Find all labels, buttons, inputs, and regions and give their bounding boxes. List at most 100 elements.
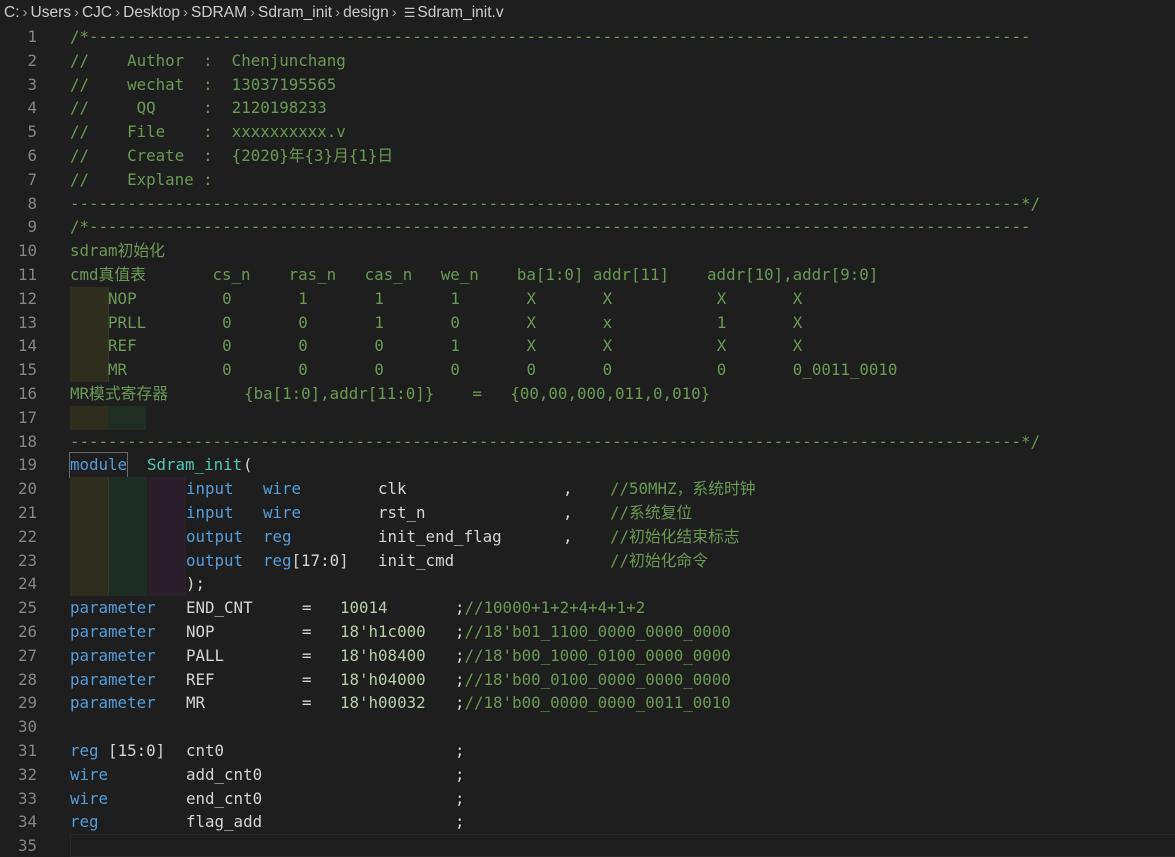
signal-name: add_cnt0 (186, 764, 263, 784)
code-line[interactable]: 22 output reg init_end_flag, //初始化结束标志 (0, 524, 1175, 549)
line-number: 21 (17, 502, 37, 522)
code-line[interactable]: 25 parameter END_CNT = 10014 ;//10000+1+2+4+4… (0, 596, 1175, 620)
line-number: 8 (27, 193, 37, 213)
line-number: 18 (17, 431, 37, 451)
module-name: Sdram_init (147, 455, 243, 475)
line-number: 26 (17, 621, 37, 641)
breadcrumb-item-sdram[interactable]: SDRAM (191, 4, 247, 21)
comment-text: cmd真值表 cs_n ras_n cas_n we_n ba[1:0] add… (70, 264, 879, 284)
paren: ( (243, 455, 253, 475)
comment-text: sdram初始化 (70, 241, 165, 261)
code-line[interactable]: 23 output reg[17:0] init_cmd //初始化命令 (0, 548, 1175, 573)
port-name: clk (378, 479, 407, 499)
code-line[interactable]: 32 wire add_cnt0; (0, 763, 1175, 787)
line-number: 15 (17, 360, 37, 380)
keyword-parameter: parameter (70, 693, 156, 713)
port-comment: //初始化命令 (610, 550, 709, 570)
code-line[interactable]: 15 MR 0 0 0 0 0 0 0 0_0011_0010 (0, 358, 1175, 382)
chevron-right-icon: › (391, 4, 397, 21)
code-line[interactable]: 30 (0, 715, 1175, 739)
code-line[interactable]: 29 parameter MR = 18'h00032 ;//18'b00_0000_00… (0, 691, 1175, 715)
signal-name: flag_add (186, 812, 263, 832)
port-comment: //50MHZ，系统时钟 (610, 479, 756, 499)
code-line[interactable]: 8 ---------------------------------------… (0, 192, 1175, 216)
code-line[interactable]: 26 parameter NOP = 18'h1c000 ;//18'b01_1100_0… (0, 620, 1175, 644)
semicolon: ; (455, 740, 465, 760)
code-line[interactable]: 19 module Sdram_init( (0, 452, 1175, 479)
port-name: init_cmd (378, 550, 455, 570)
code-line[interactable]: 1 /*-------------------------------------… (0, 25, 1175, 49)
comment-text: REF 0 0 0 1 X X X X (70, 336, 803, 356)
comma: , (563, 502, 573, 522)
line-number: 3 (27, 74, 37, 94)
comment-text: // Create : {2020}年{3}月{1}日 (70, 145, 394, 165)
line-number: 27 (17, 645, 37, 665)
keyword-parameter: parameter (70, 598, 156, 618)
code-line[interactable]: 10 sdram初始化 (0, 239, 1175, 263)
line-number: 35 (17, 836, 37, 856)
code-line[interactable]: 4 // QQ : 2120198233 (0, 96, 1175, 120)
port-direction: input (186, 479, 234, 499)
line-number: 20 (17, 479, 37, 499)
comment-text: MR模式寄存器 {ba[1:0],addr[11:0]} = {00,00,00… (70, 383, 711, 403)
code-line[interactable]: 21 input wire rst_n, //系统复位 (0, 500, 1175, 525)
code-line[interactable]: 20 input wire clk, //50MHZ，系统时钟 (0, 477, 1175, 501)
keyword-module: module (68, 452, 129, 479)
line-number: 14 (17, 336, 37, 356)
comma: , (563, 526, 573, 546)
chevron-right-icon: › (335, 4, 341, 21)
breadcrumb-item-sdram-init[interactable]: Sdram_init (258, 4, 332, 21)
signal-name: cnt0 (186, 740, 225, 760)
comment-text: /*--------------------------------------… (70, 217, 1031, 237)
breadcrumb-item-users[interactable]: Users (31, 4, 71, 21)
code-line[interactable]: 12 NOP 0 1 1 1 X X X X (0, 286, 1175, 311)
chevron-right-icon: › (115, 4, 121, 21)
breadcrumb-file[interactable]: Sdram_init.v (417, 4, 503, 21)
code-line[interactable]: 3 // wechat : 13037195565 (0, 73, 1175, 97)
code-line[interactable]: 2 // Author : Chenjunchang (0, 49, 1175, 73)
comment-text: // wechat : 13037195565 (70, 74, 337, 94)
line-number: 9 (27, 217, 37, 237)
code-line[interactable]: 17 (0, 405, 1175, 430)
current-line-highlight (70, 834, 1175, 857)
parameter-comment: ;//18'b00_0100_0000_0000_0000 (455, 669, 731, 689)
code-line[interactable]: 27 parameter PALL = 18'h08400 ;//18'b00_1000_… (0, 644, 1175, 668)
code-line[interactable]: 18 --------------------------------------… (0, 430, 1175, 454)
code-line[interactable]: 9 /*-------------------------------------… (0, 215, 1175, 239)
code-line[interactable]: 11 cmd真值表 cs_n ras_n cas_n we_n ba[1:0] a… (0, 263, 1175, 287)
breadcrumb-item-desktop[interactable]: Desktop (123, 4, 180, 21)
line-number: 24 (17, 574, 37, 594)
code-line[interactable]: 35 (0, 834, 1175, 857)
code-line[interactable]: 7 // Explane : (0, 168, 1175, 192)
breadcrumb-item-drive[interactable]: C: (4, 4, 20, 21)
code-editor[interactable]: 1 /*-------------------------------------… (0, 25, 1175, 857)
code-line[interactable]: 24); (0, 572, 1175, 597)
code-line[interactable]: 5 // File : xxxxxxxxxx.v (0, 120, 1175, 144)
code-line[interactable]: 6 // Create : {2020}年{3}月{1}日 (0, 144, 1175, 168)
line-number: 10 (17, 241, 37, 261)
breadcrumb-item-cjc[interactable]: CJC (82, 4, 112, 21)
port-direction: output (186, 550, 244, 570)
line-number: 4 (27, 98, 37, 118)
comment-text: ----------------------------------------… (70, 193, 1041, 213)
code-line[interactable]: 13 PRLL 0 0 1 0 X x 1 X (0, 310, 1175, 335)
code-line[interactable]: 14 REF 0 0 0 1 X X X X (0, 334, 1175, 359)
port-type: wire (263, 502, 302, 522)
line-number: 31 (17, 740, 37, 760)
code-line[interactable]: 31 reg [15:0] cnt0; (0, 739, 1175, 763)
comment-text: // File : xxxxxxxxxx.v (70, 122, 346, 142)
code-line[interactable]: 16 MR模式寄存器 {ba[1:0],addr[11:0]} = {00,00,… (0, 382, 1175, 406)
equals-sign: = (302, 645, 312, 665)
line-number: 11 (17, 264, 37, 284)
code-line[interactable]: 28 parameter REF = 18'h04000 ;//18'b00_0100_0… (0, 668, 1175, 692)
chevron-right-icon: › (249, 4, 255, 21)
code-line[interactable]: 34 reg flag_add; (0, 810, 1175, 834)
parameter-comment: ;//18'b00_0000_0000_0011_0010 (455, 693, 731, 713)
port-comment: //初始化结束标志 (610, 526, 740, 546)
breadcrumb-item-design[interactable]: design (343, 4, 389, 21)
signal-name: end_cnt0 (186, 788, 263, 808)
code-line[interactable]: 33 wire end_cnt0; (0, 787, 1175, 811)
line-number: 22 (17, 526, 37, 546)
parameter-value: 18'h04000 (340, 669, 426, 689)
line-number: 17 (17, 407, 37, 427)
